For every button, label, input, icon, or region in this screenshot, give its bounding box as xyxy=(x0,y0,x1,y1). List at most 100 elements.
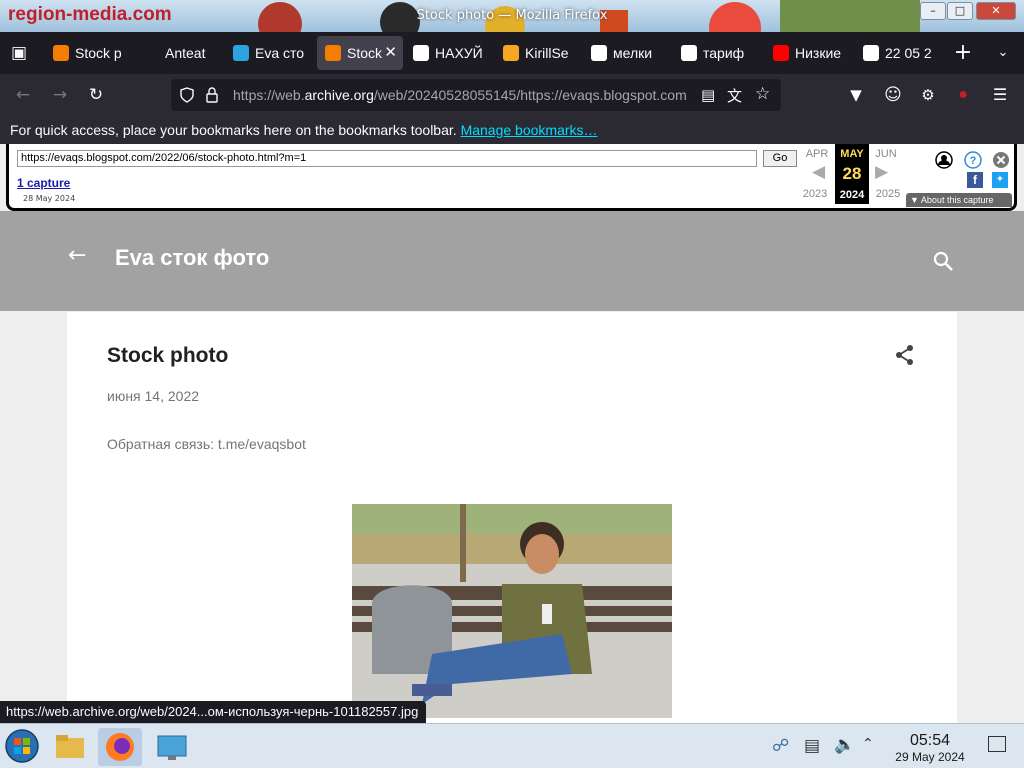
blog-header: ← Eva сток фото xyxy=(0,211,1024,311)
reload-icon[interactable]: ↻ xyxy=(83,82,109,108)
extensions-icon[interactable]: ⚙ xyxy=(915,82,941,108)
next-capture-arrow-icon[interactable]: ▶ xyxy=(875,162,888,182)
new-tab-button[interactable]: + xyxy=(950,40,976,66)
clock-time: 05:54 xyxy=(909,732,951,749)
tab-label: мелки xyxy=(613,45,653,61)
page-content: https://evaqs.blogspot.com/2022/06/stock… xyxy=(0,144,1024,724)
window-titlebar[interactable]: region-media.com Stock photo — Mozilla F… xyxy=(0,0,1024,32)
lock-icon[interactable] xyxy=(205,86,219,104)
tray-expand-chevron-up-icon[interactable]: ⌃ xyxy=(862,736,874,752)
account-icon[interactable]: ☺ xyxy=(880,82,906,108)
shield-icon[interactable] xyxy=(179,87,195,103)
blogger-icon xyxy=(53,45,69,61)
google-icon xyxy=(591,45,607,61)
tab-9[interactable]: 22 05 2 xyxy=(855,36,939,70)
post-photo[interactable] xyxy=(352,504,672,718)
tab-label: Низкие xyxy=(795,45,842,61)
close-tab-icon[interactable]: ✕ xyxy=(384,36,397,70)
about-capture-label: About this capture xyxy=(920,195,994,205)
wayback-toolbar: https://evaqs.blogspot.com/2022/06/stock… xyxy=(6,144,1017,211)
tab-label: Eva сто xyxy=(255,45,305,61)
prev-month-label[interactable]: APR xyxy=(802,148,832,160)
taskbar: ☍ ▤ 🔈 ⌃ 05:54 29 May 2024 xyxy=(0,723,1024,768)
tab-label: НАХУЙ xyxy=(435,45,483,61)
about-capture-button[interactable]: ▼ About this capture xyxy=(906,193,1012,207)
firefox-view-icon[interactable]: ▣ xyxy=(6,40,32,66)
close-window-button[interactable]: ✕ xyxy=(976,2,1016,20)
clipboard-icon[interactable]: ▤ xyxy=(804,736,820,756)
show-desktop-button[interactable] xyxy=(988,736,1006,752)
share-icon[interactable] xyxy=(894,344,916,366)
search-icon[interactable] xyxy=(933,251,955,273)
tab-5[interactable]: KirillSe xyxy=(495,36,579,70)
google-icon xyxy=(863,45,879,61)
volume-muted-icon[interactable]: 🔈 xyxy=(834,735,855,755)
link-status-url: https://web.archive.org/web/2024...ом-ис… xyxy=(0,701,427,723)
twitter-share-icon[interactable]: ✦ xyxy=(992,172,1008,188)
back-arrow-icon[interactable]: ← xyxy=(10,82,36,108)
manage-bookmarks-link[interactable]: Manage bookmarks… xyxy=(461,122,598,138)
bookmarks-hint: For quick access, place your bookmarks h… xyxy=(10,122,457,138)
network-icon[interactable]: ☍ xyxy=(772,736,789,756)
ublock-icon[interactable]: ⚫ xyxy=(950,82,976,108)
blog-title[interactable]: Eva сток фото xyxy=(115,245,269,271)
file-manager-folder-icon[interactable] xyxy=(48,728,92,766)
back-arrow-icon[interactable]: ← xyxy=(68,243,86,268)
tab-8[interactable]: Низкие xyxy=(765,36,849,70)
current-day-label: 28 xyxy=(842,164,862,183)
forward-arrow-icon[interactable]: → xyxy=(47,82,73,108)
url-bar[interactable]: https://web.archive.org/web/202405280551… xyxy=(171,79,781,111)
maximize-button[interactable]: □ xyxy=(947,2,973,20)
tab-2[interactable]: Eva сто xyxy=(225,36,309,70)
firefox-taskbar-icon[interactable] xyxy=(98,728,142,766)
post-body-text: Обратная связь: t.me/evaqsbot xyxy=(107,436,306,452)
reader-view-icon[interactable]: ▤ xyxy=(701,86,715,104)
user-account-icon[interactable] xyxy=(935,151,953,169)
prev-capture-arrow-icon[interactable]: ◀ xyxy=(812,162,825,182)
captures-link[interactable]: 1 capture xyxy=(17,176,70,190)
help-icon[interactable]: ? xyxy=(964,151,982,169)
google-icon xyxy=(681,45,697,61)
close-toolbar-icon[interactable] xyxy=(992,151,1010,169)
current-capture-box: MAY 28 2024 xyxy=(835,144,869,204)
tab-0[interactable]: Stock p xyxy=(45,36,129,70)
tab-1[interactable]: Anteat xyxy=(135,36,219,70)
next-year-label[interactable]: 2025 xyxy=(871,188,905,200)
tab-6[interactable]: мелки xyxy=(583,36,667,70)
bookmarks-toolbar: For quick access, place your bookmarks h… xyxy=(0,116,1024,144)
tab-label: Anteat xyxy=(165,45,206,61)
wayback-go-button[interactable]: Go xyxy=(763,150,797,167)
translate-icon[interactable]: 文 xyxy=(727,85,742,106)
next-month-label[interactable]: JUN xyxy=(871,148,901,160)
post-date[interactable]: июня 14, 2022 xyxy=(107,388,199,404)
tab-3[interactable]: Stock ✕ xyxy=(317,36,403,70)
url-text[interactable]: https://web.archive.org/web/202405280551… xyxy=(233,79,693,111)
blogger-icon xyxy=(325,45,341,61)
tab-label: тариф xyxy=(703,45,745,61)
navigation-toolbar: ← → ↻ https://web.archive.org/web/202405… xyxy=(0,74,1024,116)
menu-hamburger-icon[interactable]: ☰ xyxy=(987,82,1013,108)
facebook-share-icon[interactable]: f xyxy=(967,172,983,188)
anteater-icon xyxy=(143,45,159,61)
lemon-icon xyxy=(503,45,519,61)
bookmark-star-icon[interactable]: ☆ xyxy=(755,84,770,104)
pocket-icon[interactable]: ▼ xyxy=(843,82,869,108)
svg-text:?: ? xyxy=(970,155,977,167)
clock-date: 29 May 2024 xyxy=(895,750,965,764)
current-year-label: 2024 xyxy=(839,189,865,201)
post-title[interactable]: Stock photo xyxy=(107,344,228,368)
list-tabs-chevron-down-icon[interactable]: ⌄ xyxy=(990,40,1016,66)
window-title: Stock photo — Mozilla Firefox xyxy=(416,8,608,23)
post-card: Stock photo июня 14, 2022 Обратная связь… xyxy=(67,312,957,724)
minimize-button[interactable]: – xyxy=(920,2,946,20)
wayback-url-input[interactable]: https://evaqs.blogspot.com/2022/06/stock… xyxy=(17,150,757,167)
tab-label: Stock xyxy=(347,45,383,61)
prev-year-label[interactable]: 2023 xyxy=(798,188,832,200)
tab-7[interactable]: тариф xyxy=(673,36,757,70)
terminal-monitor-icon[interactable] xyxy=(150,728,194,766)
tab-4[interactable]: НАХУЙ xyxy=(405,36,489,70)
start-button-windows-icon[interactable] xyxy=(4,728,40,764)
system-clock[interactable]: 05:54 29 May 2024 xyxy=(890,732,970,764)
tab-label: KirillSe xyxy=(525,45,569,61)
tab-label: Stock p xyxy=(75,45,122,61)
